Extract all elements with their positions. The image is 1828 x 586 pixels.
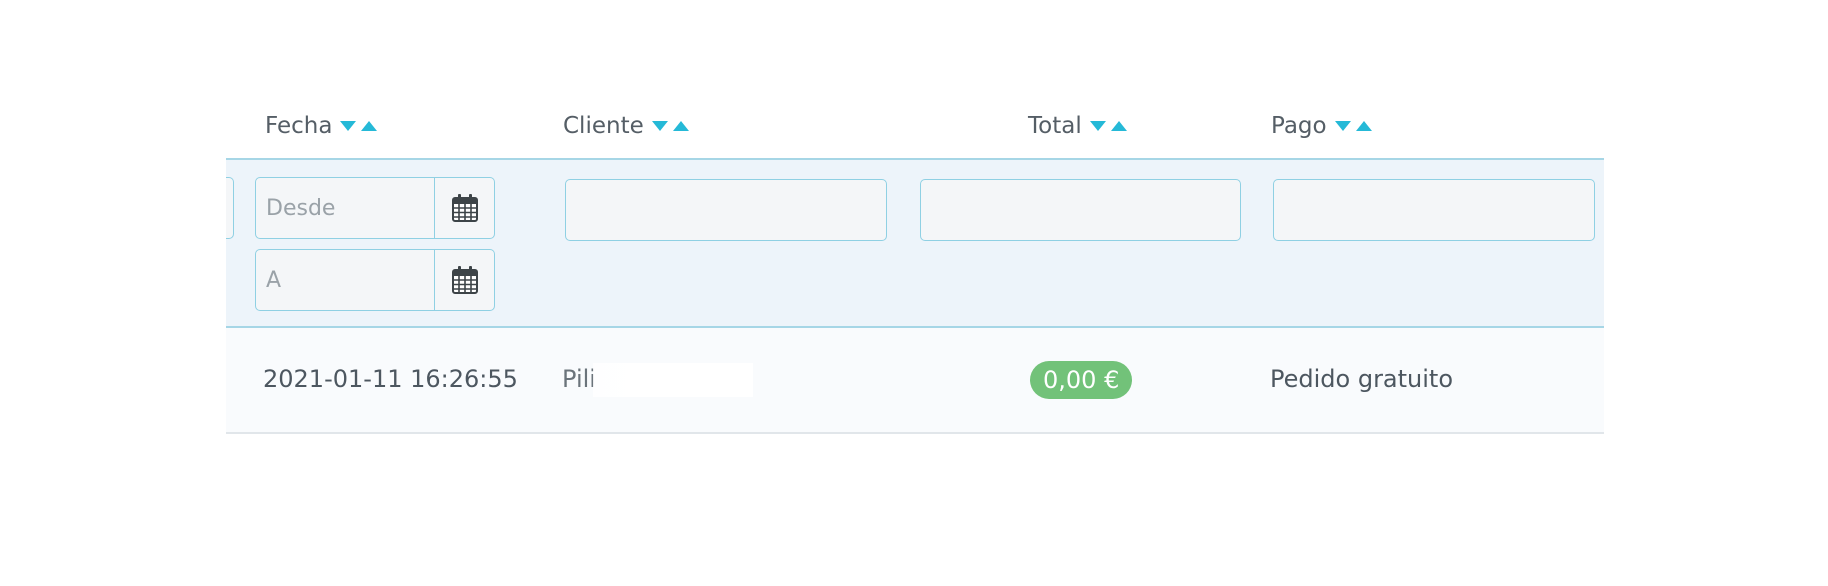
date-to-calendar-button[interactable] — [435, 249, 495, 311]
date-from-input[interactable] — [255, 177, 435, 239]
column-header-cliente: Cliente — [563, 110, 689, 142]
sort-down-icon[interactable] — [1334, 121, 1351, 131]
column-header-label: Total — [1028, 113, 1082, 139]
calendar-icon — [451, 194, 478, 222]
column-header-label: Pago — [1271, 113, 1327, 139]
date-from-group — [255, 177, 495, 239]
cliente-filter-input[interactable] — [565, 179, 887, 241]
total-badge: 0,00 € — [1030, 361, 1133, 399]
sort-up-icon[interactable] — [672, 121, 689, 131]
sort-up-icon[interactable] — [361, 121, 378, 131]
sort-up-icon[interactable] — [1110, 121, 1127, 131]
sort-down-icon[interactable] — [651, 121, 668, 131]
sort-controls — [340, 121, 378, 131]
total-filter-input[interactable] — [920, 179, 1241, 241]
sort-controls — [651, 121, 689, 131]
partial-filter-input[interactable] — [226, 177, 234, 239]
sort-up-icon[interactable] — [1355, 121, 1372, 131]
column-header-label: Cliente — [563, 113, 644, 139]
column-header-total: Total — [1028, 110, 1127, 142]
calendar-icon — [451, 266, 478, 294]
date-to-group — [255, 249, 495, 311]
pago-filter-input[interactable] — [1273, 179, 1595, 241]
redacted-customer-surname — [593, 363, 753, 397]
payment-method: Pedido gratuito — [1270, 365, 1454, 393]
sort-down-icon[interactable] — [1089, 121, 1106, 131]
column-header-pago: Pago — [1271, 110, 1372, 142]
order-date: 2021-01-11 16:26:55 — [263, 365, 518, 393]
sort-down-icon[interactable] — [340, 121, 357, 131]
sort-controls — [1334, 121, 1372, 131]
column-header-fecha: Fecha — [265, 110, 378, 142]
customer-name: Pili — [562, 365, 596, 393]
column-header-label: Fecha — [265, 113, 333, 139]
sort-controls — [1089, 121, 1127, 131]
date-to-input[interactable] — [255, 249, 435, 311]
date-from-calendar-button[interactable] — [435, 177, 495, 239]
